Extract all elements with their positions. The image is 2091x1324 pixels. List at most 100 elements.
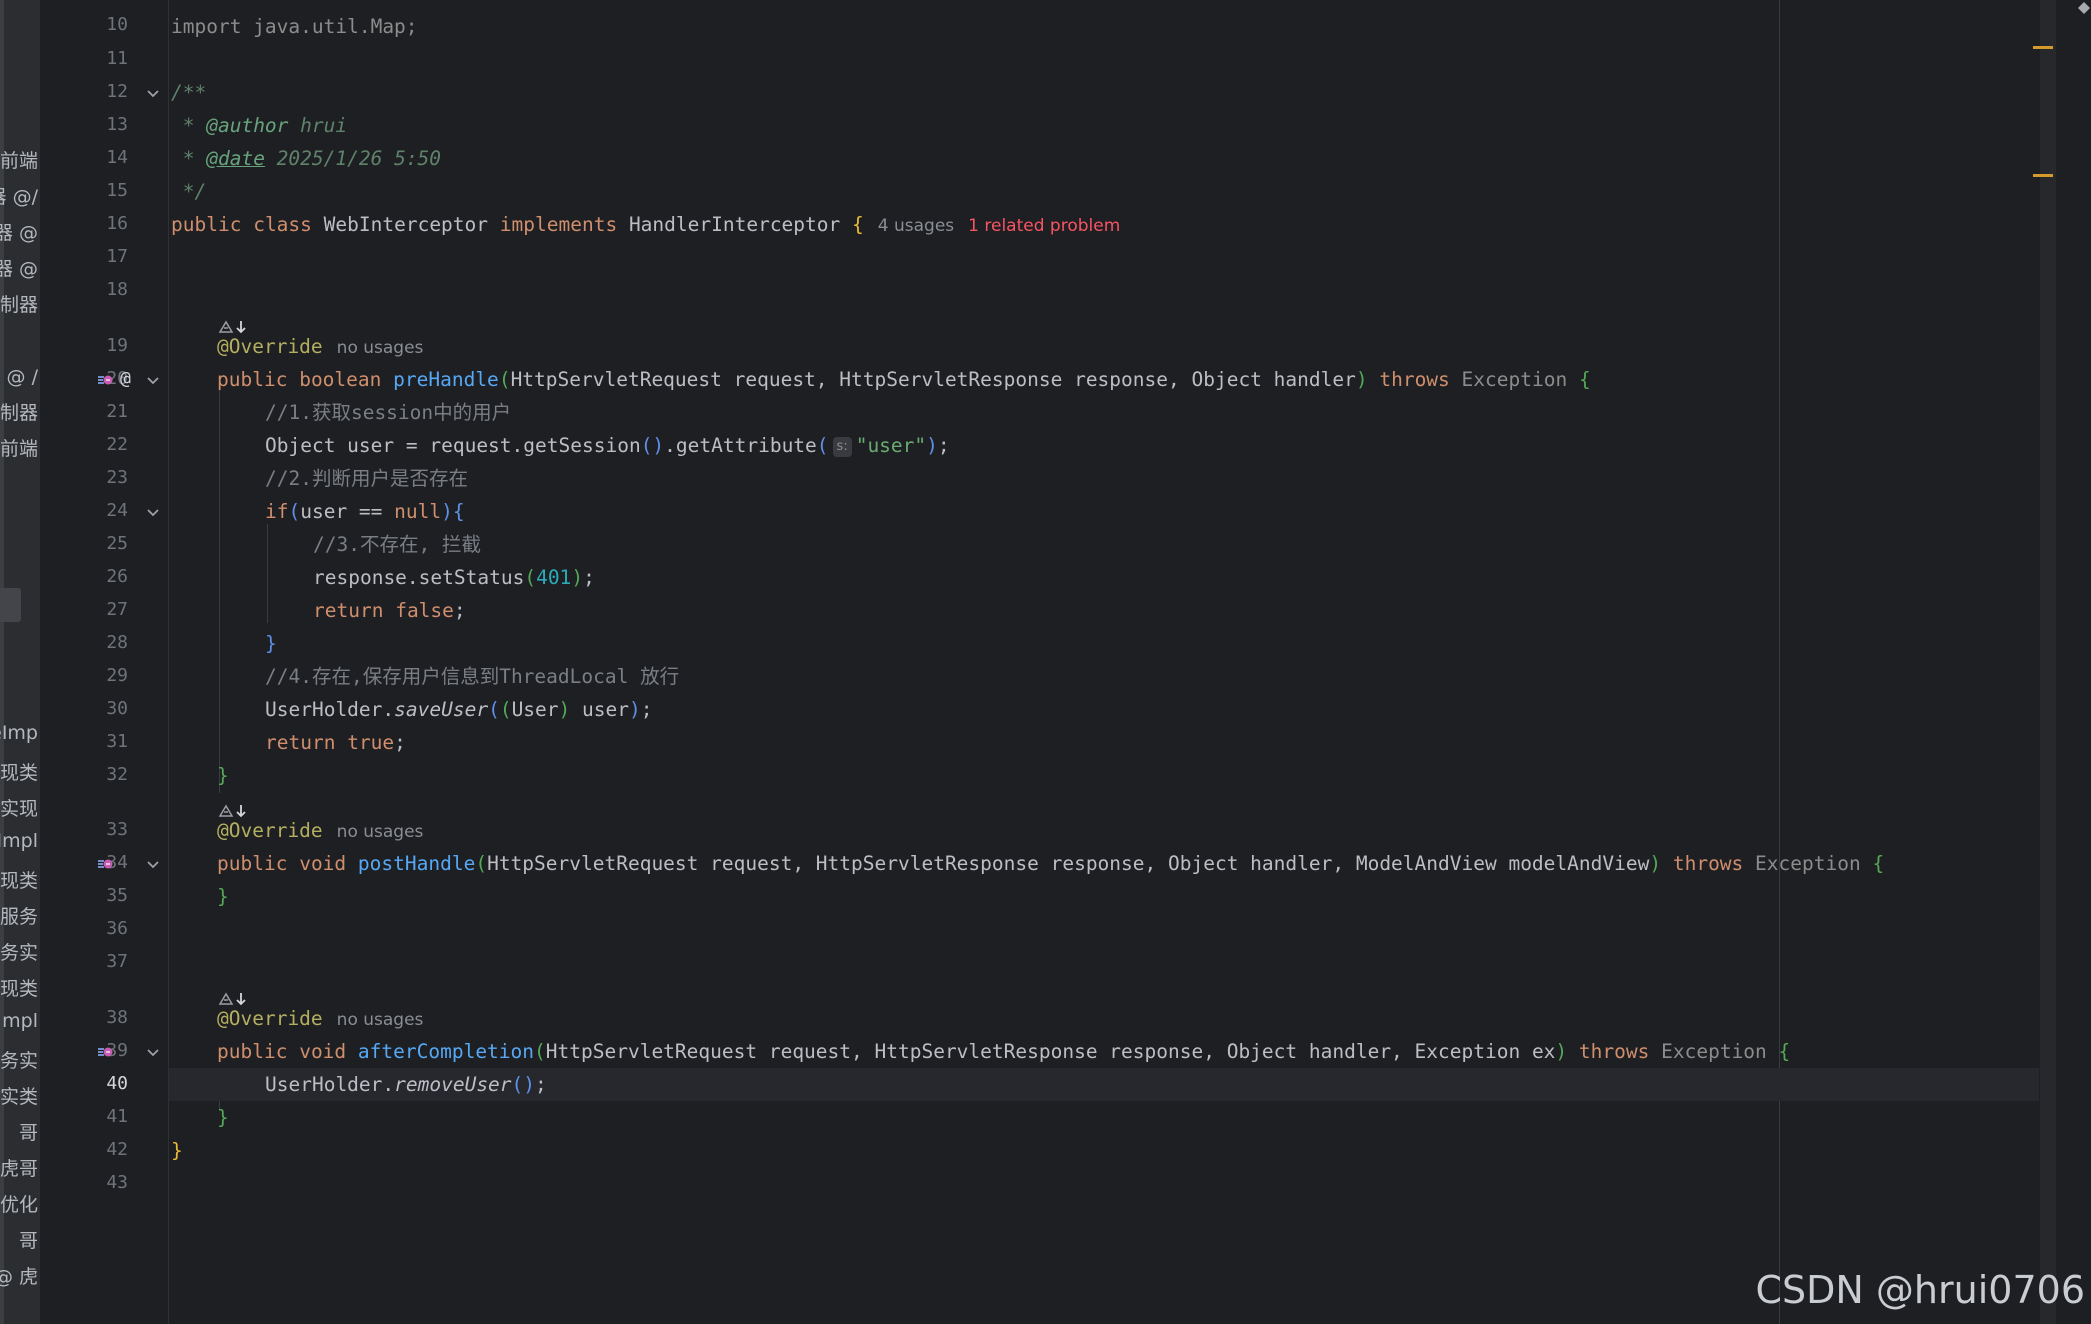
project-tree-item[interactable]: 杀优化	[0, 1190, 38, 1217]
error-stripe[interactable]	[2056, 0, 2091, 1324]
method-prehandle[interactable]: preHandle	[393, 368, 499, 391]
line-number[interactable]: 27	[68, 599, 128, 620]
fold-chevron-icon[interactable]	[146, 505, 160, 519]
line-number[interactable]: 22	[68, 434, 128, 455]
code-line-15: */	[169, 175, 2039, 208]
line-number[interactable]: 41	[68, 1106, 128, 1127]
implements-method-icon[interactable]	[96, 855, 114, 873]
date-value: 2025/1/26 5:50	[264, 147, 442, 170]
fold-chevron-icon[interactable]	[146, 373, 160, 387]
line-number[interactable]: 11	[68, 48, 128, 69]
project-tree-item[interactable]: 控制器	[0, 290, 38, 317]
project-tree-item[interactable]: r 前端	[0, 146, 38, 173]
line-number[interactable]: 38	[68, 1007, 128, 1028]
line-number[interactable]: 43	[68, 1172, 128, 1193]
project-tree-item[interactable]: 哥	[19, 1226, 38, 1253]
implements-method-icon[interactable]	[96, 371, 114, 389]
inline-hint-toggle-icon[interactable]	[217, 990, 251, 1012]
line-number[interactable]: 31	[68, 731, 128, 752]
fold-chevron-icon[interactable]	[146, 1045, 160, 1059]
project-tree-item[interactable]: 虎哥	[0, 1154, 38, 1181]
project-tree-item[interactable]: 实现类	[0, 866, 38, 893]
line-number[interactable]: 19	[68, 335, 128, 356]
project-tree-item[interactable]: 器 @/	[0, 182, 38, 209]
line-number[interactable]: 14	[68, 147, 128, 168]
comment-2: //2.判断用户是否存在	[265, 467, 468, 490]
line-number[interactable]: 32	[68, 764, 128, 785]
line-number[interactable]: 25	[68, 533, 128, 554]
project-tree-item[interactable]: 务实类	[0, 1082, 38, 1109]
fold-chevron-icon[interactable]	[146, 86, 160, 100]
no-usages-hint[interactable]: no usages	[337, 338, 424, 358]
editor-gutter[interactable]: 10 11 12 13 14 15 16 17 18 19 20 21 22 23 24 25 26 27 28 29…	[40, 0, 169, 1324]
project-tree-item[interactable]: 制器 @	[0, 218, 38, 245]
method-aftercompletion[interactable]: afterCompletion	[358, 1040, 534, 1063]
inline-hint-toggle-icon[interactable]	[217, 802, 251, 824]
project-tree-item[interactable]: 制器	[0, 398, 38, 425]
line-number[interactable]: 30	[68, 698, 128, 719]
line-number[interactable]: 23	[68, 467, 128, 488]
line-number[interactable]: 16	[68, 213, 128, 234]
line-number[interactable]: 13	[68, 114, 128, 135]
project-tree-item[interactable]: 服务	[0, 902, 38, 929]
code-line-24: if(user == null){	[265, 500, 465, 523]
string-user: "user"	[855, 434, 927, 457]
line-number[interactable]: 21	[68, 401, 128, 422]
project-tree-item[interactable]: eImp	[0, 722, 38, 744]
method-posthandle[interactable]: postHandle	[358, 852, 475, 875]
project-tree-item[interactable]: 务实现	[0, 794, 38, 821]
line-number[interactable]: 29	[68, 665, 128, 686]
project-tree-item[interactable]: 器 @	[0, 254, 38, 281]
line-number[interactable]: 12	[68, 81, 128, 102]
doc-star: *	[171, 114, 207, 137]
project-tree-item[interactable]: 实现类	[0, 974, 38, 1001]
kw-implements: implements	[499, 213, 618, 236]
usages-hint[interactable]: 4 usages	[878, 216, 954, 236]
inspection-widget-icon[interactable]	[2070, 0, 2091, 18]
warning-stripe-mark[interactable]	[2033, 174, 2053, 177]
line-number[interactable]: 26	[68, 566, 128, 587]
project-tree-item[interactable]: 器 @ /	[0, 362, 38, 389]
project-tree-item[interactable]: 实现类	[0, 758, 38, 785]
project-tree-item[interactable]: @ 虎	[0, 1262, 38, 1289]
project-tree-item[interactable]: mpl	[2, 1010, 38, 1032]
project-tree-item[interactable]: Impl	[0, 830, 38, 852]
code-line-40-current[interactable]: UserHolder.removeUser();	[169, 1068, 2039, 1101]
project-tree-item[interactable]: 务实	[0, 938, 38, 965]
code-line-22: Object user = request.getSession().getAt…	[265, 434, 950, 457]
line-number[interactable]: 28	[68, 632, 128, 653]
implements-method-icon[interactable]	[96, 1043, 114, 1061]
project-panel[interactable]: r 前端器 @/制器 @器 @控制器器 @ /制器前端eImp实现类务实现Imp…	[0, 0, 41, 1324]
inline-hint-toggle-icon[interactable]	[217, 318, 251, 340]
project-selected-row[interactable]	[0, 588, 21, 622]
author-value: hrui	[288, 114, 348, 137]
comment-4: //4.存在,保存用户信息到ThreadLocal 放行	[265, 665, 680, 688]
line-number[interactable]: 10	[68, 14, 128, 35]
vertical-scrollbar[interactable]	[2040, 0, 2056, 1324]
project-tree-item[interactable]: 哥	[19, 1118, 38, 1145]
code-editor[interactable]: import java.util.Map; /** * @author hrui…	[169, 0, 2039, 1324]
project-tree-item[interactable]: 务实	[0, 1046, 38, 1073]
code-line-41: }	[217, 1106, 229, 1129]
line-number[interactable]: 18	[68, 279, 128, 300]
line-number[interactable]: 17	[68, 246, 128, 267]
doc-close: */	[171, 180, 207, 203]
line-number[interactable]: 24	[68, 500, 128, 521]
date-tag: @date	[206, 147, 265, 170]
line-number[interactable]: 37	[68, 951, 128, 972]
line-number[interactable]: 15	[68, 180, 128, 201]
endpoint-at-icon[interactable]: @	[120, 368, 131, 389]
watermark: CSDN @hrui0706	[1755, 1268, 2085, 1312]
fold-chevron-icon[interactable]	[146, 857, 160, 871]
code-line-35: }	[217, 885, 229, 908]
project-tree-item[interactable]: 前端	[0, 434, 38, 461]
related-problem-link[interactable]: 1 related problem	[968, 216, 1120, 236]
line-number[interactable]: 42	[68, 1139, 128, 1160]
warning-stripe-mark[interactable]	[2033, 46, 2053, 49]
line-number[interactable]: 33	[68, 819, 128, 840]
line-number[interactable]: 36	[68, 918, 128, 939]
line-number[interactable]: 40	[68, 1073, 128, 1094]
line-number[interactable]: 35	[68, 885, 128, 906]
code-line-16: public class WebInterceptor implements H…	[171, 213, 1121, 236]
code-line-21: //1.获取session中的用户	[169, 396, 2039, 429]
